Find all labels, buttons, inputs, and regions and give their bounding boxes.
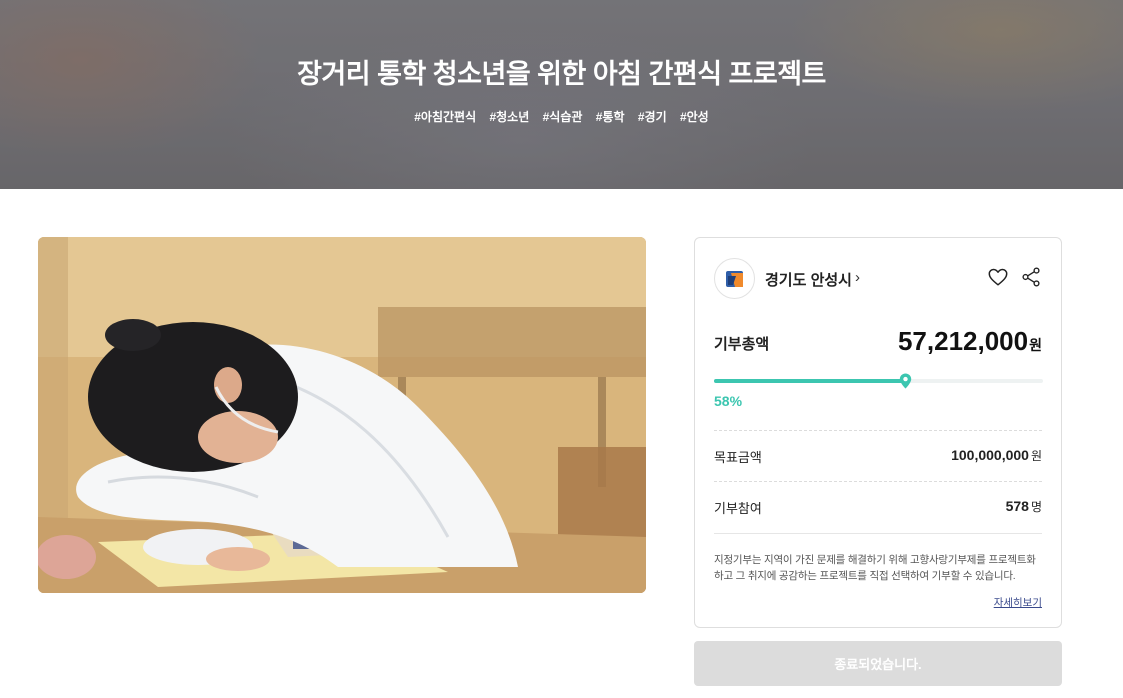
hashtag[interactable]: #안성 [680, 110, 709, 124]
currency-unit: 원 [1029, 337, 1042, 353]
total-donation-label: 기부총액 [714, 336, 770, 353]
goal-amount-label: 목표금액 [714, 450, 762, 465]
divider [714, 533, 1042, 534]
hero-banner: 장거리 통학 청소년을 위한 아침 간편식 프로젝트 #아침간편식 #청소년 #… [0, 0, 1123, 189]
note-line: 하고 그 취지에 공감하는 프로젝트를 직접 선택하여 기부할 수 있습니다. [714, 570, 1016, 582]
participants-label: 기부참여 [714, 501, 762, 516]
people-unit: 명 [1030, 500, 1042, 514]
currency-unit: 원 [1030, 449, 1042, 463]
hashtag[interactable]: #식습관 [543, 110, 583, 124]
total-donation-value: 57,212,000원 [898, 326, 1042, 357]
organization-row[interactable]: 경기도 안성시 › [714, 258, 1042, 300]
note-line: 지정기부는 지역이 가진 문제를 해결하기 위해 고향사랑기부제를 프로젝트화 [714, 554, 1036, 566]
divider [714, 481, 1042, 482]
organization-name[interactable]: 경기도 안성시 [765, 269, 852, 290]
goal-amount-value: 100,000,000 원 [951, 447, 1042, 464]
more-details-link[interactable]: 자세히보기 [994, 595, 1042, 610]
campaign-ended-button[interactable]: 종료되었습니다. [694, 641, 1062, 686]
heart-icon[interactable] [987, 266, 1009, 288]
student-sleeping-image [38, 237, 646, 593]
goal-amount-number: 100,000,000 [951, 447, 1029, 463]
city-logo-icon [714, 258, 755, 299]
location-pin-icon [899, 373, 912, 389]
hashtag[interactable]: #아침간편식 [414, 110, 476, 124]
progress-percent: 58% [714, 393, 743, 409]
chevron-right-icon: › [855, 269, 860, 286]
total-donation-amount: 57,212,000 [897, 326, 1029, 356]
progress-bar [714, 373, 1043, 389]
divider [714, 430, 1042, 431]
hashtag[interactable]: #경기 [638, 110, 667, 124]
participants-count: 578 [1005, 498, 1029, 514]
page-title: 장거리 통학 청소년을 위한 아침 간편식 프로젝트 [297, 59, 826, 89]
hashtag[interactable]: #통학 [596, 110, 625, 124]
donation-card: 경기도 안성시 › 기부총액 57,212,000원 58% 목표금액 100,… [694, 237, 1062, 628]
designated-donation-note: 지정기부는 지역이 가진 문제를 해결하기 위해 고향사랑기부제를 프로젝트화 … [714, 552, 1042, 584]
hashtag[interactable]: #청소년 [489, 110, 529, 124]
share-icon[interactable] [1020, 266, 1042, 288]
project-photo [38, 237, 646, 593]
participants-value: 578 명 [1006, 498, 1042, 515]
progress-bar-fill [714, 379, 905, 383]
hashtag-list: #아침간편식 #청소년 #식습관 #통학 #경기 #안성 [0, 108, 1123, 125]
